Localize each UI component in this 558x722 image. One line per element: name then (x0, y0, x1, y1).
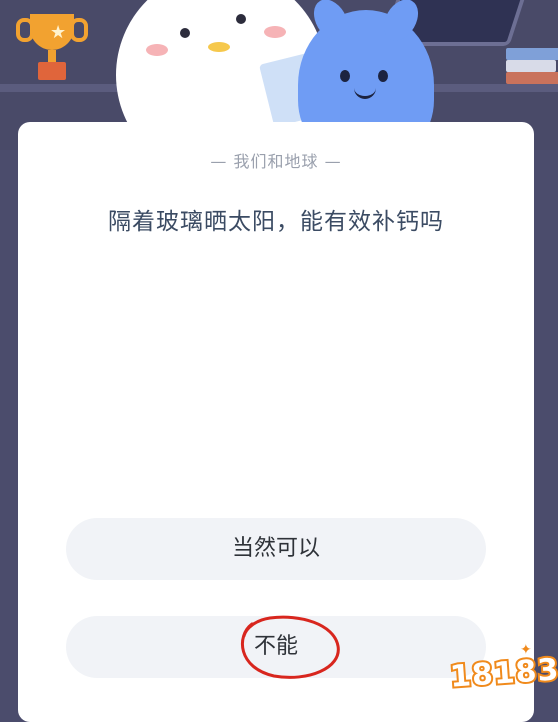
trophy-icon: ★ (16, 10, 88, 84)
books-icon (500, 36, 558, 86)
book (506, 48, 558, 60)
question-text: 隔着玻璃晒太阳，能有效补钙吗 (108, 209, 444, 235)
creature-ear (307, 0, 355, 47)
book (506, 72, 558, 84)
penguin-cheek (264, 26, 286, 38)
penguin-cheek (146, 44, 168, 56)
answer-option-no[interactable]: 不能 (66, 616, 486, 678)
answer-option-label: 当然可以 (231, 536, 320, 561)
star-icon: ★ (50, 22, 67, 43)
trophy-cup: ★ (16, 14, 88, 50)
creature-mouth (354, 86, 376, 99)
penguin-eye (180, 28, 190, 38)
watermark-text: 18183 (447, 650, 558, 697)
penguin-beak (208, 42, 230, 52)
book (506, 60, 556, 72)
penguin-eye (236, 14, 246, 24)
category-label: — 我们和地球 — (210, 152, 342, 171)
creature-eye (340, 70, 350, 82)
answer-option-label: 不能 (253, 634, 298, 659)
answer-option-yes[interactable]: 当然可以 (66, 518, 486, 580)
question-card: — 我们和地球 — 隔着玻璃晒太阳，能有效补钙吗 当然可以 不能 (18, 122, 534, 722)
watermark-logo: ✦ 18183 (447, 640, 558, 700)
creature-eye (378, 70, 388, 82)
trophy-base (38, 62, 66, 80)
